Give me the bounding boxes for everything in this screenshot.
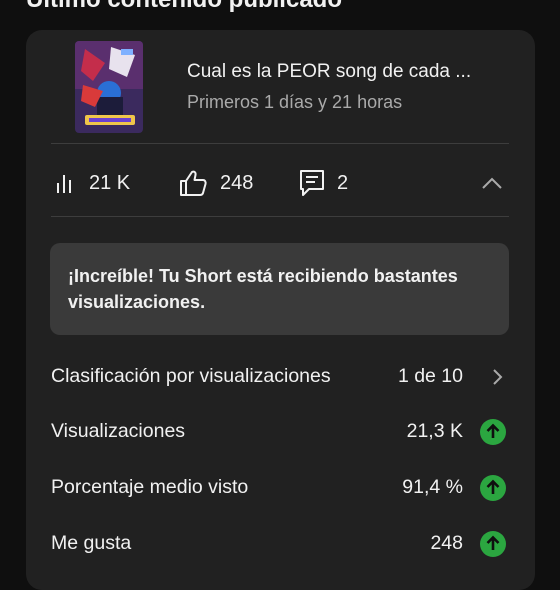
comments-stat: 2: [299, 168, 348, 198]
divider: [51, 143, 509, 144]
video-title[interactable]: Cual es la PEOR song de cada ...: [187, 61, 471, 83]
thumbs-up-icon: [178, 169, 208, 197]
row-value: 21,3 K: [406, 420, 463, 442]
video-published-duration: Primeros 1 días y 21 horas: [187, 92, 403, 112]
latest-content-card[interactable]: Cual es la PEOR song de cada ... Primero…: [26, 30, 535, 590]
arrow-up-icon: [480, 475, 506, 501]
views-count: 21 K: [89, 171, 131, 194]
banner-text: ¡Increíble! Tu Short está recibiendo bas…: [68, 266, 458, 312]
views-row: Visualizaciones 21,3 K: [51, 414, 511, 450]
ranking-row[interactable]: Clasificación por visualizaciones 1 de 1…: [51, 359, 511, 395]
row-value: 91,4 %: [402, 476, 463, 498]
row-label: Me gusta: [51, 532, 132, 554]
likes-stat: 248: [178, 168, 253, 198]
chevron-right-icon[interactable]: [487, 367, 507, 387]
row-label: Porcentaje medio visto: [51, 476, 249, 498]
views-stat: 21 K: [55, 168, 130, 198]
divider: [51, 216, 509, 217]
row-value: 1 de 10: [397, 365, 463, 387]
row-label: Visualizaciones: [51, 420, 186, 442]
bar-chart-icon: [55, 171, 77, 195]
chevron-up-icon[interactable]: [479, 171, 505, 197]
likes-count: 248: [220, 171, 254, 194]
avg-percentage-viewed-row: Porcentaje medio visto 91,4 %: [51, 470, 511, 506]
comment-icon: [299, 169, 325, 197]
section-title: Último contenido publicado: [26, 0, 342, 14]
likes-row: Me gusta 248: [51, 526, 511, 562]
arrow-up-icon: [480, 531, 506, 557]
performance-banner: ¡Increíble! Tu Short está recibiendo bas…: [50, 243, 509, 335]
row-value: 248: [430, 532, 463, 554]
comments-count: 2: [337, 171, 349, 194]
video-thumbnail[interactable]: [75, 41, 143, 133]
row-label: Clasificación por visualizaciones: [51, 365, 331, 387]
arrow-up-icon: [480, 419, 506, 445]
